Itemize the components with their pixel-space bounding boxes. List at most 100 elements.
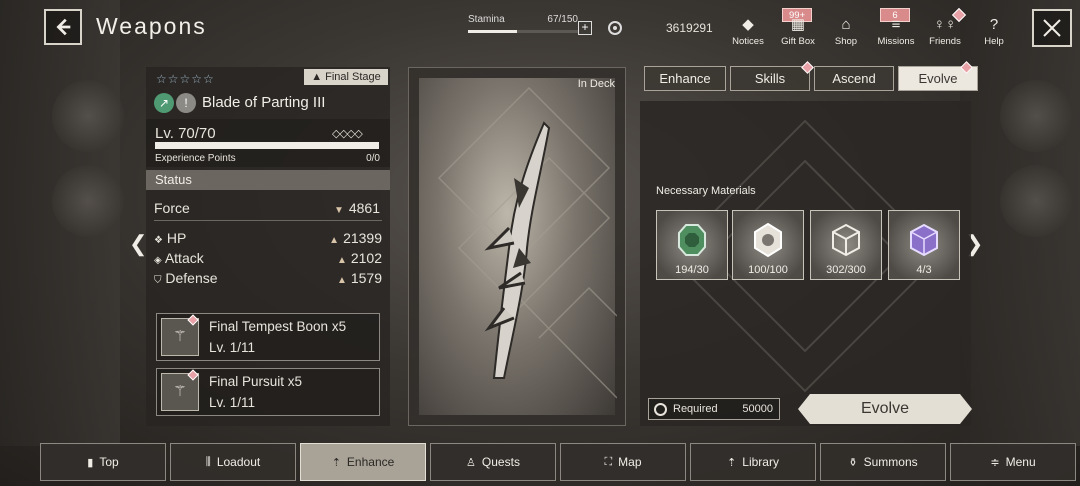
weapon-info-panel: ☆☆☆☆☆ ▲ Final Stage ↗ ! Blade of Parting…: [146, 67, 390, 426]
arrow-left-icon: [56, 18, 71, 36]
tab-skills[interactable]: Skills: [730, 61, 814, 91]
nav-label: Loadout: [216, 455, 261, 469]
nav-enhance[interactable]: ⇡ Enhance: [300, 443, 426, 481]
nav-loadout[interactable]: ⫼ Loadout: [170, 443, 296, 481]
force-value: ▼ 4861: [333, 200, 380, 216]
friends-button[interactable]: ♀♀ Friends: [920, 16, 970, 47]
bottom-navigation: ▮ Top ⫼ Loadout ⇡ Enhance ♙ Quests ⛶ Map ⇡ Lib…: [40, 443, 1076, 481]
nav-label: Summons: [863, 455, 918, 469]
weapon-level: Lv. 70/70: [155, 125, 216, 142]
tab-enhance[interactable]: Enhance: [644, 66, 726, 91]
stat-label: Attack: [164, 250, 204, 266]
nav-menu[interactable]: ≑ Menu: [950, 443, 1076, 481]
stamina-label: Stamina: [468, 14, 505, 25]
material-slot[interactable]: 4/3: [888, 210, 960, 280]
level-box: Lv. 70/70 ◇◇◇◇ Experience Points 0/0: [146, 119, 390, 167]
weapon-type-icons: ↗ !: [154, 93, 196, 113]
nav-summons[interactable]: ⚱ Summons: [820, 443, 946, 481]
silver-crest-material-icon: [754, 223, 782, 257]
skill-level: Lv. 1/11: [209, 340, 256, 355]
material-slot[interactable]: 100/100: [732, 210, 804, 280]
xp-value: 0/0: [366, 153, 380, 164]
shop-icon: ⌂: [841, 16, 851, 33]
evolve-button[interactable]: Evolve: [798, 394, 972, 424]
nav-label: Quests: [481, 455, 520, 469]
friends-label: Friends: [929, 36, 961, 47]
background-lamp: [52, 80, 124, 152]
skill-card[interactable]: ⚚ Final Tempest Boon x5 Lv. 1/11: [156, 313, 380, 361]
background-lamp: [52, 165, 124, 237]
shop-label: Shop: [834, 36, 858, 47]
tab-evolve[interactable]: Evolve: [898, 61, 978, 91]
gift-box-button[interactable]: ▦ Gift Box: [773, 16, 823, 47]
stat-value: 2102: [350, 250, 382, 266]
nav-map[interactable]: ⛶ Map: [560, 443, 686, 481]
stage-badge: ▲ Final Stage: [304, 69, 388, 85]
close-button[interactable]: [1032, 9, 1072, 47]
xp-bar: [155, 142, 379, 149]
close-icon: [1043, 19, 1061, 37]
required-label: Required: [673, 403, 718, 415]
gift-box-icon: ▦: [790, 16, 806, 33]
limit-break-diamonds: ◇◇◇◇: [332, 128, 363, 140]
attack-icon: ◈: [154, 255, 162, 266]
notices-button[interactable]: ◆ Notices: [723, 16, 773, 47]
prev-weapon-button[interactable]: ❮: [129, 231, 147, 257]
map-icon: ⛶: [604, 455, 613, 468]
emerald-material-icon: [678, 224, 706, 256]
material-slot[interactable]: 302/300: [810, 210, 882, 280]
notices-icon: ◆: [742, 16, 754, 33]
stage-label: Final Stage: [325, 71, 381, 83]
stat-label: Defense: [165, 270, 218, 286]
friends-icon: ♀♀: [933, 16, 957, 33]
material-slot[interactable]: 194/30: [656, 210, 728, 280]
nav-label: Menu: [1005, 455, 1036, 469]
skill-level: Lv. 1/11: [209, 395, 256, 410]
help-icon: ?: [989, 16, 999, 33]
currency-amount: 3619291: [666, 21, 713, 35]
rarity-stars: ☆☆☆☆☆: [156, 72, 215, 86]
top-icon: ▮: [87, 456, 94, 469]
material-count: 4/3: [916, 264, 932, 276]
material-count: 100/100: [748, 264, 788, 276]
add-stamina-button[interactable]: +: [578, 21, 592, 35]
tab-label: Evolve: [918, 71, 958, 86]
background-lamp: [1000, 165, 1072, 237]
weapon-preview: In Deck: [408, 67, 626, 426]
page-title: Weapons: [96, 13, 207, 39]
materials-title: Necessary Materials: [656, 185, 756, 197]
skill-card[interactable]: ⚚ Final Pursuit x5 Lv. 1/11: [156, 368, 380, 416]
weapon-image: [437, 86, 617, 399]
help-button[interactable]: ? Help: [969, 16, 1019, 47]
defense-icon: ⛉: [154, 275, 162, 286]
nav-top[interactable]: ▮ Top: [40, 443, 166, 481]
divider: [154, 220, 382, 221]
nav-library[interactable]: ⇡ Library: [690, 443, 816, 481]
coin-icon: [654, 403, 667, 416]
material-count: 302/300: [826, 264, 866, 276]
missions-button[interactable]: ≡ Missions: [871, 16, 921, 47]
weapon-name: Blade of Parting III: [202, 94, 326, 111]
nav-label: Top: [99, 455, 119, 469]
purple-cube-material-icon: [910, 223, 938, 257]
notices-label: Notices: [732, 36, 764, 47]
enhance-icon: ⇡: [331, 456, 341, 469]
force-label: Force: [154, 200, 190, 216]
stamina-meter: Stamina 67/150: [468, 14, 578, 33]
nav-quests[interactable]: ♙ Quests: [430, 443, 556, 481]
coin-icon: [608, 21, 622, 35]
upgrade-tabs: Enhance Skills Ascend Evolve: [644, 61, 978, 91]
hp-icon: ❖: [154, 235, 163, 246]
xp-label: Experience Points: [155, 153, 236, 164]
shop-button[interactable]: ⌂ Shop: [821, 16, 871, 47]
gift-box-label: Gift Box: [781, 36, 815, 47]
stamina-value: 67/150: [547, 14, 578, 25]
stat-label: HP: [166, 230, 187, 246]
skill-name: Final Tempest Boon x5: [209, 319, 347, 334]
tab-ascend[interactable]: Ascend: [814, 66, 894, 91]
summons-icon: ⚱: [848, 456, 858, 469]
stat-value: 21399: [343, 230, 382, 246]
back-button[interactable]: [44, 9, 82, 45]
stat-defense: ⛉ Defense ▲ 1579: [154, 270, 382, 286]
skill-name: Final Pursuit x5: [209, 374, 303, 389]
